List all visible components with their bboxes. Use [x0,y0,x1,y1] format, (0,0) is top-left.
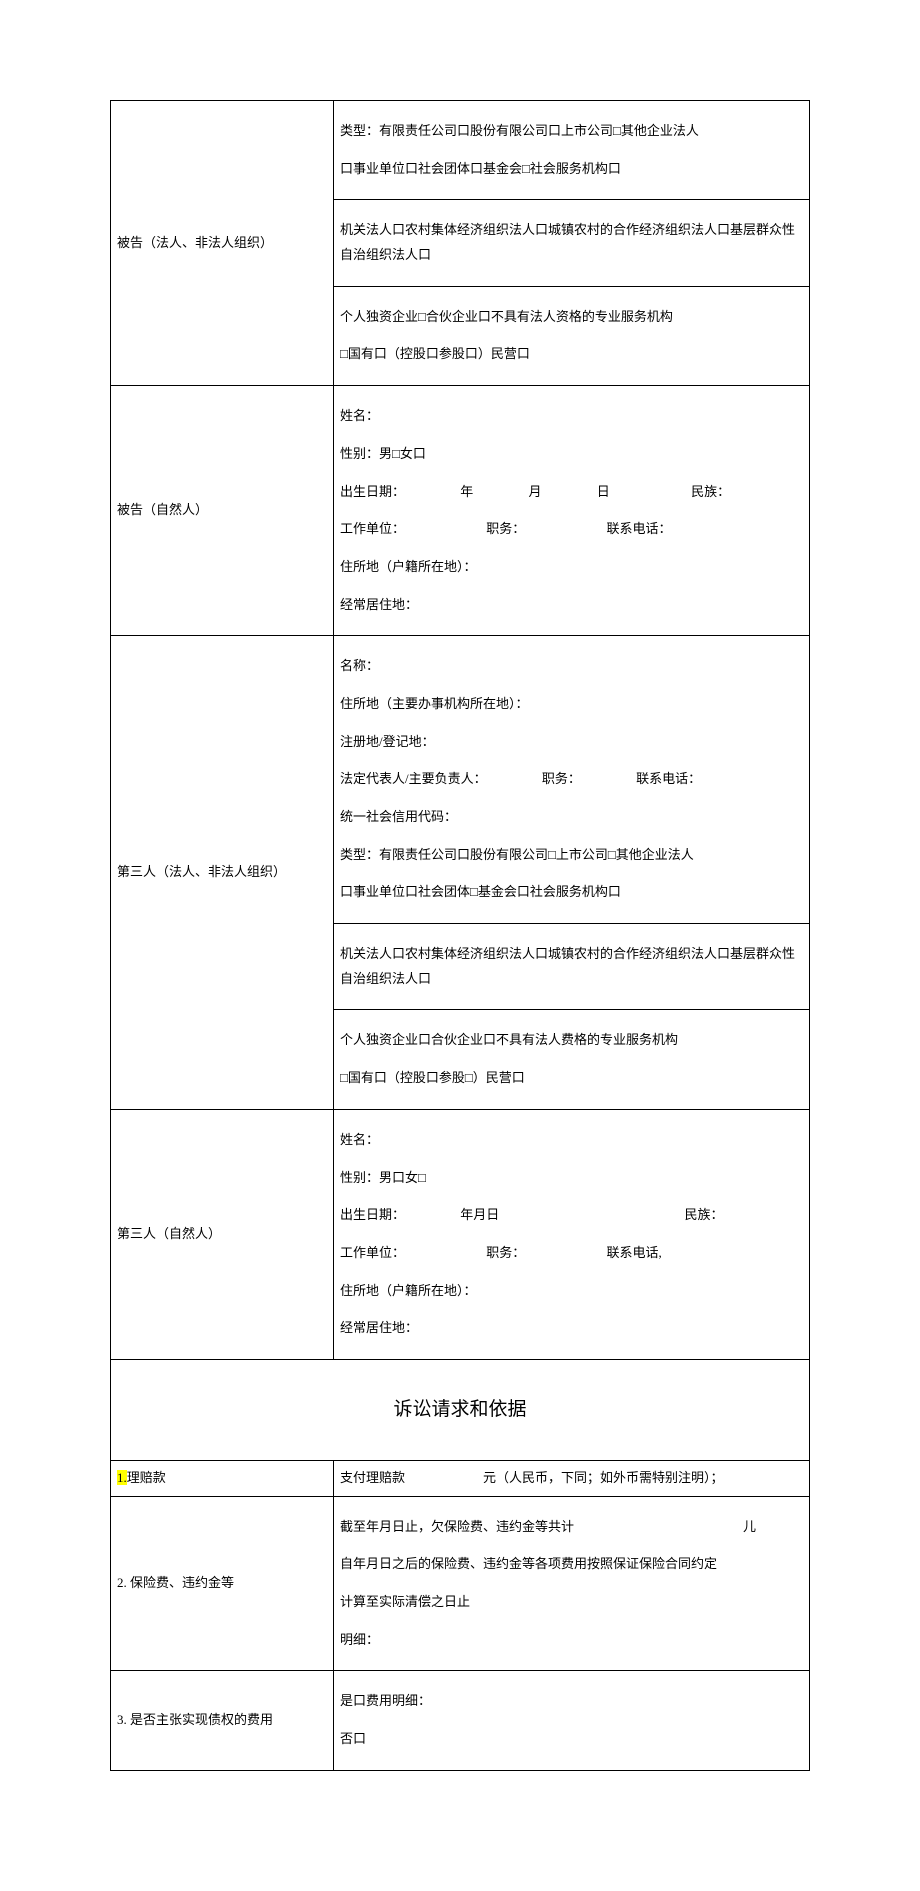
row-defendant-org-1: 被告（法人、非法人组织） 类型：有限责任公司口股份有限公司口上市公司□其他企业法… [111,101,810,200]
cell-defendant-org-type2: 机关法人口农村集体经济组织法人口城镇农村的合作经济组织法人口基层群众性自治组织法… [334,200,810,286]
label-defendant-person: 被告（自然人） [111,386,334,636]
label-defendant-org: 被告（法人、非法人组织） [111,101,334,386]
row-defendant-person: 被告（自然人） 姓名： 性别：男□女口 出生日期： 年 月 日 民族： 工作单位… [111,386,810,636]
row-third-person: 第三人（自然人） 姓名： 性别：男口女□ 出生日期： 年月日 民族： 工作单位：… [111,1109,810,1359]
form-table: 被告（法人、非法人组织） 类型：有限责任公司口股份有限公司口上市公司□其他企业法… [110,100,810,1771]
cell-claim-2: 截至年月日止，欠保险费、违约金等共计儿 自年月日之后的保险费、违约金等各项费用按… [334,1496,810,1671]
row-claim-2: 2. 保险费、违约金等 截至年月日止，欠保险费、违约金等共计儿 自年月日之后的保… [111,1496,810,1671]
label-third-org: 第三人（法人、非法人组织） [111,636,334,1110]
cell-third-person: 姓名： 性别：男口女□ 出生日期： 年月日 民族： 工作单位： 职务： 联系电话… [334,1109,810,1359]
cell-third-org-main: 名称： 住所地（主要办事机构所在地）： 注册地/登记地： 法定代表人/主要负责人… [334,636,810,924]
cell-third-org-type3: 个人独资企业口合伙企业口不具有法人费格的专业服务机构 □国有口（控股口参股□）民… [334,1010,810,1109]
label-third-person: 第三人（自然人） [111,1109,334,1359]
row-section-title: 诉讼请求和依据 [111,1359,810,1460]
label-claim-2: 2. 保险费、违约金等 [111,1496,334,1671]
cell-defendant-org-type1: 类型：有限责任公司口股份有限公司口上市公司□其他企业法人 口事业单位口社会团体口… [334,101,810,200]
row-third-org-1: 第三人（法人、非法人组织） 名称： 住所地（主要办事机构所在地）： 注册地/登记… [111,636,810,924]
cell-third-org-type2: 机关法人口农村集体经济组织法人口城镇农村的合作经济组织法人口基层群众性自治组织法… [334,924,810,1010]
cell-claim-3: 是口费用明细： 否口 [334,1671,810,1770]
section-title: 诉讼请求和依据 [111,1359,810,1460]
row-claim-3: 3. 是否主张实现债权的费用 是口费用明细： 否口 [111,1671,810,1770]
cell-defendant-person: 姓名： 性别：男□女口 出生日期： 年 月 日 民族： 工作单位： 职务： 联系… [334,386,810,636]
label-claim-3: 3. 是否主张实现债权的费用 [111,1671,334,1770]
label-claim-1: 1.理赔款 [111,1461,334,1497]
row-claim-1: 1.理赔款 支付理赔款元（人民币，下同；如外币需特别注明）； [111,1461,810,1497]
highlight-1: 1. [117,1470,127,1485]
cell-claim-1: 支付理赔款元（人民币，下同；如外币需特别注明）； [334,1461,810,1497]
cell-defendant-org-type3: 个人独资企业□合伙企业口不具有法人资格的专业服务机构 □国有口（控股口参股口）民… [334,286,810,385]
